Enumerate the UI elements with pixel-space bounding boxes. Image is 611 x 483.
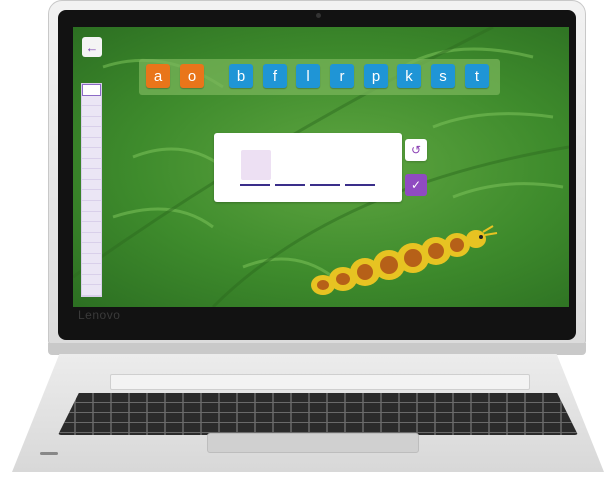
laptop-base-top [110,374,530,390]
arrow-left-icon: ← [85,39,99,55]
webcam [316,13,321,18]
trackpad [207,433,419,453]
progress-step [82,117,101,128]
progress-step [82,148,101,159]
letter-tile-r[interactable]: r [330,64,354,88]
letter-tile-f[interactable]: f [263,64,287,88]
progress-step [82,201,101,212]
power-led [40,452,58,455]
letter-tile-p[interactable]: p [364,64,388,88]
progress-step [82,212,101,223]
letter-tile-t[interactable]: t [465,64,489,88]
progress-step [82,275,101,286]
letter-tile-s[interactable]: s [431,64,455,88]
progress-step [82,127,101,138]
app-screen: ← ao bflrpkst ↺ ✓ [73,27,569,307]
replay-icon: ↺ [410,143,422,157]
laptop-hinge [48,343,586,355]
progress-step [82,285,101,296]
progress-step [82,190,101,202]
progress-step [82,233,101,244]
progress-step [82,264,101,275]
word-builder-card [214,133,402,202]
letter-blank[interactable] [345,184,375,186]
replay-button[interactable]: ↺ [405,139,427,161]
checkmark-icon: ✓ [410,178,422,192]
progress-step [82,138,101,149]
progress-step [82,106,101,117]
letter-tile-l[interactable]: l [296,64,320,88]
letter-tiles-bar: ao bflrpkst [139,59,500,95]
progress-step [82,180,101,191]
progress-step [82,243,101,254]
letter-tile-o[interactable]: o [180,64,204,88]
check-button[interactable]: ✓ [405,174,427,196]
progress-bar [81,83,102,297]
progress-step [82,159,101,170]
picture-slot [241,150,271,180]
letter-blank[interactable] [240,184,270,186]
progress-step [82,222,101,233]
progress-step [82,96,101,107]
progress-step [82,254,101,265]
letter-tile-a[interactable]: a [146,64,170,88]
letter-tile-k[interactable]: k [397,64,421,88]
progress-step [82,169,101,180]
letter-blank[interactable] [275,184,305,186]
caterpillar-illustration [311,225,498,295]
keyboard-rows [58,393,578,435]
back-button[interactable]: ← [82,37,102,57]
brand-logo: Lenovo [78,308,121,322]
letter-blank[interactable] [310,184,340,186]
progress-step [82,84,101,96]
letter-tile-b[interactable]: b [229,64,253,88]
